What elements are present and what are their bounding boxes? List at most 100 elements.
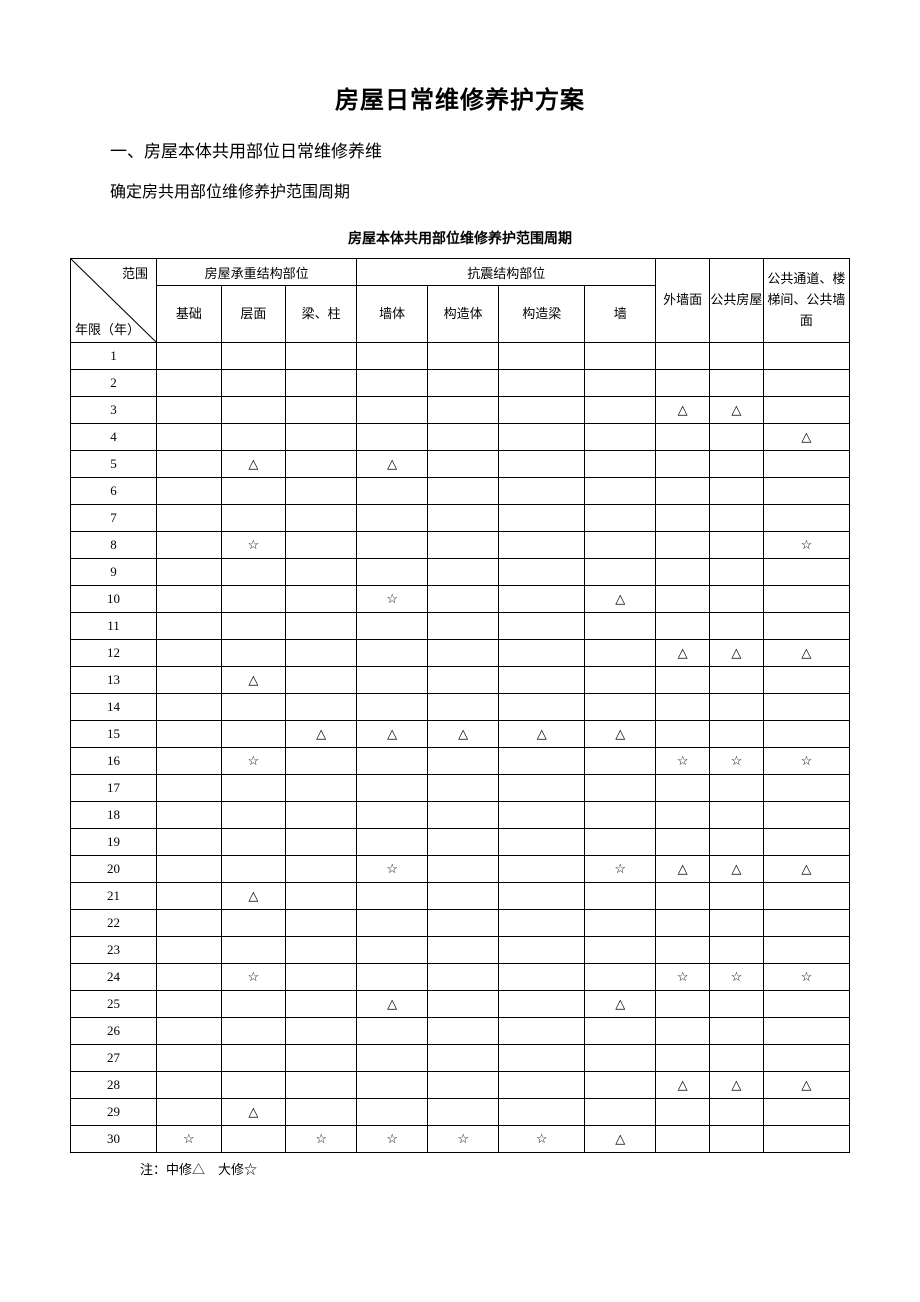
data-cell: [499, 532, 585, 559]
data-cell: ☆: [710, 964, 764, 991]
data-cell: [763, 721, 849, 748]
data-cell: [656, 613, 710, 640]
data-cell: [763, 370, 849, 397]
year-cell: 28: [71, 1072, 157, 1099]
data-cell: [499, 856, 585, 883]
data-cell: [656, 1018, 710, 1045]
maintenance-table: 范围 年限（年） 房屋承重结构部位 抗震结构部位 外墙面 公共房屋 公共通道、楼…: [70, 258, 850, 1153]
year-cell: 11: [71, 613, 157, 640]
data-cell: [763, 937, 849, 964]
data-cell: [357, 937, 428, 964]
data-cell: △: [763, 856, 849, 883]
data-cell: [428, 640, 499, 667]
data-cell: [499, 883, 585, 910]
data-cell: [157, 1018, 222, 1045]
year-cell: 4: [71, 424, 157, 451]
data-cell: [157, 532, 222, 559]
data-cell: [656, 532, 710, 559]
data-cell: [763, 1099, 849, 1126]
diag-top-label: 范围: [122, 263, 148, 282]
data-cell: [428, 829, 499, 856]
col-foundation: 基础: [157, 286, 222, 343]
data-cell: [157, 775, 222, 802]
data-cell: [221, 613, 286, 640]
table-row: 8☆☆: [71, 532, 850, 559]
data-cell: [428, 586, 499, 613]
data-cell: △: [357, 721, 428, 748]
data-cell: [357, 424, 428, 451]
col-public-house: 公共房屋: [710, 259, 764, 343]
data-cell: [357, 613, 428, 640]
data-cell: [157, 370, 222, 397]
data-cell: [357, 559, 428, 586]
data-cell: [585, 451, 656, 478]
data-cell: [499, 370, 585, 397]
data-cell: [357, 910, 428, 937]
data-cell: [157, 343, 222, 370]
data-cell: ☆: [763, 748, 849, 775]
data-cell: [357, 1018, 428, 1045]
data-cell: [428, 667, 499, 694]
year-cell: 14: [71, 694, 157, 721]
data-cell: [286, 694, 357, 721]
data-cell: [221, 856, 286, 883]
data-cell: [428, 613, 499, 640]
data-cell: [157, 397, 222, 424]
data-cell: [157, 721, 222, 748]
data-cell: [221, 1018, 286, 1045]
table-row: 3△△: [71, 397, 850, 424]
data-cell: [499, 667, 585, 694]
data-cell: [656, 559, 710, 586]
data-cell: △: [221, 1099, 286, 1126]
data-cell: [286, 613, 357, 640]
data-cell: [286, 586, 357, 613]
year-cell: 20: [71, 856, 157, 883]
data-cell: △: [585, 721, 656, 748]
data-cell: [428, 424, 499, 451]
data-cell: [656, 424, 710, 451]
data-cell: △: [656, 640, 710, 667]
data-cell: [710, 991, 764, 1018]
data-cell: [710, 829, 764, 856]
data-cell: [710, 721, 764, 748]
data-cell: [499, 1072, 585, 1099]
data-cell: [286, 451, 357, 478]
table-row: 5△△: [71, 451, 850, 478]
data-cell: [656, 1045, 710, 1072]
data-cell: [763, 613, 849, 640]
data-cell: [221, 1126, 286, 1153]
table-row: 13△: [71, 667, 850, 694]
data-cell: [157, 1099, 222, 1126]
year-cell: 1: [71, 343, 157, 370]
data-cell: [428, 775, 499, 802]
data-cell: [286, 370, 357, 397]
data-cell: [221, 721, 286, 748]
data-cell: ☆: [710, 748, 764, 775]
data-cell: △: [221, 667, 286, 694]
year-cell: 26: [71, 1018, 157, 1045]
data-cell: [428, 559, 499, 586]
data-cell: [499, 802, 585, 829]
data-cell: [499, 424, 585, 451]
data-cell: [656, 883, 710, 910]
col-wall: 墙: [585, 286, 656, 343]
data-cell: [656, 721, 710, 748]
data-cell: [763, 586, 849, 613]
year-cell: 29: [71, 1099, 157, 1126]
data-cell: △: [710, 1072, 764, 1099]
data-cell: [585, 478, 656, 505]
data-cell: [763, 478, 849, 505]
data-cell: [585, 559, 656, 586]
col-public-passage: 公共通道、楼梯间、公共墙面: [763, 259, 849, 343]
data-cell: △: [221, 451, 286, 478]
data-cell: [428, 910, 499, 937]
col-outer-wall: 外墙面: [656, 259, 710, 343]
data-cell: [763, 559, 849, 586]
data-cell: [357, 478, 428, 505]
data-cell: [357, 775, 428, 802]
data-cell: [357, 1099, 428, 1126]
data-cell: [286, 964, 357, 991]
data-cell: [710, 1018, 764, 1045]
data-cell: [286, 748, 357, 775]
table-row: 20☆☆△△△: [71, 856, 850, 883]
